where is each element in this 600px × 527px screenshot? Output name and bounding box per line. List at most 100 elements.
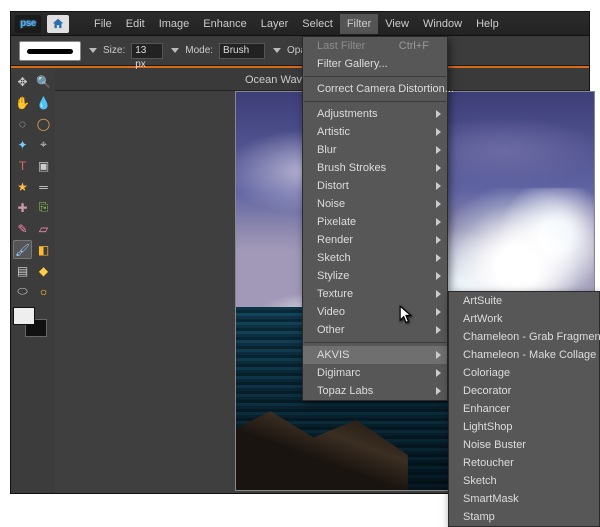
cookie-tool[interactable]: ★ [13, 177, 32, 196]
menuitem-artsuite[interactable]: ArtSuite [449, 292, 599, 310]
menu-window[interactable]: Window [416, 14, 469, 34]
akvis-submenu: ArtSuite ArtWork Chameleon - Grab Fragme… [448, 291, 600, 527]
menuitem-artwork[interactable]: ArtWork [449, 310, 599, 328]
menuitem-coloriage[interactable]: Coloriage [449, 364, 599, 382]
toolbox: ✥🔍 ✋💧 ◌◯ ✦⌖ T▣ ★═ ✚⎘ ✎▱ 🖌◧ ▤◆ ⬭○ [11, 69, 55, 493]
menu-file[interactable]: File [87, 14, 119, 34]
menuitem-brush-strokes[interactable]: Brush Strokes [303, 159, 447, 177]
magic-wand-tool[interactable]: ✦ [13, 135, 32, 154]
chevron-down-icon[interactable] [273, 48, 281, 53]
submenu-arrow-icon [436, 164, 441, 172]
color-swatches[interactable] [13, 307, 47, 337]
options-bar: Size: 13 px Mode: Brush Opacity: [11, 36, 589, 66]
menu-select[interactable]: Select [295, 14, 340, 34]
shape-tool[interactable]: ◆ [34, 261, 53, 280]
menuitem-label: Sketch [317, 252, 351, 264]
menuitem-akvis[interactable]: AKVIS [303, 346, 447, 364]
menuitem-sketch[interactable]: Sketch [449, 472, 599, 490]
menuitem-sketch[interactable]: Sketch [303, 249, 447, 267]
chevron-down-icon[interactable] [171, 48, 179, 53]
submenu-arrow-icon [436, 272, 441, 280]
sponge-tool[interactable]: ○ [34, 282, 53, 301]
menuitem-camera-distortion[interactable]: Correct Camera Distortion... [303, 80, 447, 98]
menuitem-chameleon-grab[interactable]: Chameleon - Grab Fragment [449, 328, 599, 346]
menuitem-enhancer[interactable]: Enhancer [449, 400, 599, 418]
menuitem-label: ArtSuite [463, 295, 502, 307]
menuitem-label: Enhancer [463, 403, 510, 415]
menuitem-chameleon-collage[interactable]: Chameleon - Make Collage [449, 346, 599, 364]
menuitem-other[interactable]: Other [303, 321, 447, 339]
menuitem-blur[interactable]: Blur [303, 141, 447, 159]
menuitem-stamp[interactable]: Stamp [449, 508, 599, 526]
menu-image[interactable]: Image [152, 14, 197, 34]
hand-tool[interactable]: ✋ [13, 93, 32, 112]
move-tool[interactable]: ✥ [13, 72, 32, 91]
menuitem-stylize[interactable]: Stylize [303, 267, 447, 285]
menuitem-noise-buster[interactable]: Noise Buster [449, 436, 599, 454]
submenu-arrow-icon [436, 290, 441, 298]
menuitem-artistic[interactable]: Artistic [303, 123, 447, 141]
menu-edit[interactable]: Edit [119, 14, 152, 34]
menuitem-label: Stylize [317, 270, 349, 282]
mode-select[interactable]: Brush [219, 43, 265, 59]
menuitem-label: Artistic [317, 126, 350, 138]
menuitem-render[interactable]: Render [303, 231, 447, 249]
marquee-tool[interactable]: ◌ [13, 114, 32, 133]
menuitem-label: Digimarc [317, 367, 360, 379]
eraser-tool[interactable]: ▱ [34, 219, 53, 238]
menuitem-lightshop[interactable]: LightShop [449, 418, 599, 436]
menuitem-label: Chameleon - Grab Fragment [463, 331, 600, 343]
submenu-arrow-icon [436, 326, 441, 334]
pencil-tool[interactable]: ✎ [13, 219, 32, 238]
menuitem-distort[interactable]: Distort [303, 177, 447, 195]
menuitem-label: Video [317, 306, 345, 318]
app-window: pse File Edit Image Enhance Layer Select… [0, 0, 600, 504]
menu-help[interactable]: Help [469, 14, 506, 34]
submenu-arrow-icon [436, 351, 441, 359]
lasso-tool[interactable]: ◯ [34, 114, 53, 133]
menu-separator [304, 76, 446, 77]
bucket-tool[interactable]: ◧ [34, 240, 53, 259]
menu-filter[interactable]: Filter [340, 14, 378, 34]
blur-tool[interactable]: ⬭ [13, 282, 32, 301]
clone-tool[interactable]: ⎘ [34, 198, 53, 217]
menuitem-noise[interactable]: Noise [303, 195, 447, 213]
home-button[interactable] [47, 15, 69, 33]
submenu-arrow-icon [436, 110, 441, 118]
menuitem-retoucher[interactable]: Retoucher [449, 454, 599, 472]
quick-select-tool[interactable]: ⌖ [34, 135, 53, 154]
menuitem-smartmask[interactable]: SmartMask [449, 490, 599, 508]
chevron-down-icon[interactable] [89, 48, 97, 53]
menuitem-video[interactable]: Video [303, 303, 447, 321]
crop-tool[interactable]: ▣ [34, 156, 53, 175]
menuitem-digimarc[interactable]: Digimarc [303, 364, 447, 382]
submenu-arrow-icon [436, 236, 441, 244]
zoom-tool[interactable]: 🔍 [34, 72, 53, 91]
menu-enhance[interactable]: Enhance [196, 14, 253, 34]
type-tool[interactable]: T [13, 156, 32, 175]
menuitem-label: Retoucher [463, 457, 514, 469]
menuitem-label: Texture [317, 288, 353, 300]
menuitem-texture[interactable]: Texture [303, 285, 447, 303]
menuitem-label: Noise [317, 198, 345, 210]
size-label: Size: [103, 45, 125, 56]
straighten-tool[interactable]: ═ [34, 177, 53, 196]
menuitem-topaz[interactable]: Topaz Labs [303, 382, 447, 400]
menuitem-label: Sketch [463, 475, 497, 487]
brush-tool[interactable]: 🖌 [13, 240, 32, 259]
menu-layer[interactable]: Layer [254, 14, 296, 34]
menu-view[interactable]: View [378, 14, 416, 34]
brush-preset-picker[interactable] [19, 41, 81, 61]
mode-label: Mode: [185, 45, 213, 56]
menuitem-decorator[interactable]: Decorator [449, 382, 599, 400]
eyedropper-tool[interactable]: 💧 [34, 93, 53, 112]
menuitem-filter-gallery[interactable]: Filter Gallery... [303, 55, 447, 73]
gradient-tool[interactable]: ▤ [13, 261, 32, 280]
menuitem-adjustments[interactable]: Adjustments [303, 105, 447, 123]
fg-color[interactable] [13, 307, 35, 325]
healing-tool[interactable]: ✚ [13, 198, 32, 217]
menuitem-pixelate[interactable]: Pixelate [303, 213, 447, 231]
size-input[interactable]: 13 px [131, 43, 163, 59]
menuitem-label: Pixelate [317, 216, 356, 228]
menuitem-label: Adjustments [317, 108, 378, 120]
